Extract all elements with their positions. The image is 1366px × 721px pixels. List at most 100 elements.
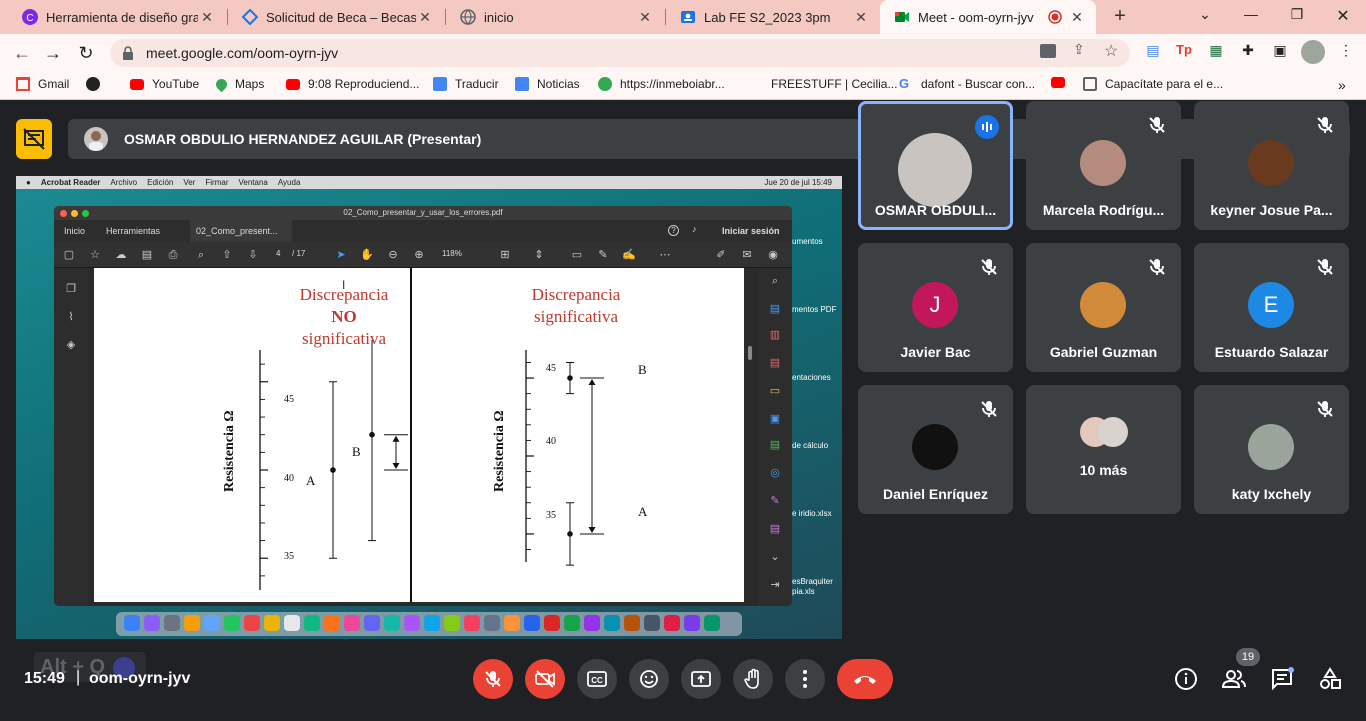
bookmarks-overflow[interactable]: »: [1338, 77, 1346, 93]
bookmark-star-icon[interactable]: ☆: [1104, 41, 1118, 61]
profile-avatar[interactable]: [1301, 40, 1325, 64]
address-bar[interactable]: meet.google.com/oom-oyrn-jyv: [110, 39, 1130, 67]
bookmarks-bar: Gmail YouTube Maps 9:08 Reproduciend... …: [0, 72, 1366, 100]
bookmark-dafont[interactable]: Gdafont - Buscar con...: [899, 76, 1035, 92]
dock-app-icon: [144, 615, 160, 631]
participant-tile[interactable]: keyner Josue Pa...: [1194, 101, 1349, 230]
participant-count-badge: 19: [1236, 648, 1260, 666]
participant-tile[interactable]: OSMAR OBDULI...: [858, 101, 1013, 230]
participant-tile[interactable]: E Estuardo Salazar: [1194, 243, 1349, 372]
participant-tile[interactable]: J Javier Bac: [858, 243, 1013, 372]
extensions-puzzle-icon[interactable]: ✚: [1238, 40, 1258, 60]
bookmark-label: 9:08 Reproduciend...: [308, 77, 420, 91]
raise-hand-button[interactable]: [733, 659, 773, 699]
data-point-b: [567, 375, 573, 381]
browser-tab[interactable]: inicio ✕: [446, 0, 664, 34]
youtube-icon: [286, 78, 300, 90]
tab-document: 02_Como_present...: [190, 220, 292, 242]
data-point-a: [567, 531, 573, 537]
chat-button[interactable]: [1270, 667, 1294, 691]
dock-app-icon: [684, 615, 700, 631]
document-title: 02_Como_presentar_y_usar_los_errores.pdf: [343, 208, 503, 217]
zoom-dot: [82, 210, 89, 217]
participant-tile[interactable]: 10 más: [1026, 385, 1181, 514]
bookmark-freestuff[interactable]: FREESTUFF | Cecilia...: [749, 77, 897, 91]
bell-icon: ♪: [692, 224, 697, 234]
bookmark-maps[interactable]: Maps: [213, 76, 264, 92]
side-panel-icon[interactable]: ▣: [1270, 40, 1290, 60]
scroll-mode-icon: ⇕: [534, 249, 544, 261]
excel-extension-icon[interactable]: ▦: [1206, 40, 1226, 60]
mic-off-icon: [485, 671, 501, 687]
bookmark-youtube-video[interactable]: 9:08 Reproduciend...: [286, 77, 419, 91]
close-tab-icon[interactable]: ✕: [1068, 9, 1086, 26]
google-icon: G: [899, 76, 910, 91]
back-button[interactable]: ←: [10, 41, 34, 65]
save-icon: ▢: [63, 249, 75, 261]
bookmark-site[interactable]: https://inmeboiabr...: [598, 77, 725, 91]
bookmark-capacitate[interactable]: Capacítate para el e...: [1083, 77, 1223, 91]
maximize-button[interactable]: ❐: [1282, 6, 1312, 23]
participant-tile[interactable]: katy Ixchely: [1194, 385, 1349, 514]
share-icon: ◉: [768, 249, 778, 261]
close-tab-icon[interactable]: ✕: [198, 9, 216, 26]
pdf-page: Discrepancia NO significativa Resistenci…: [94, 268, 744, 602]
reload-button[interactable]: ↻: [74, 41, 98, 65]
forward-button[interactable]: →: [41, 41, 65, 65]
diff-arrow-head-up: [392, 435, 400, 442]
hand-icon: ✋: [360, 249, 374, 261]
acrobat-toolbar: ▢ ☆ ☁ ▤ ⎙ ⌕ ⇧ ⇩ 4 / 17 ➤ ✋ ⊖ ⊕ 118% ⊞ ⇕ …: [54, 242, 792, 268]
captions-button[interactable]: CC: [577, 659, 617, 699]
microphone-toggle-button[interactable]: [473, 659, 513, 699]
new-tab-button[interactable]: +: [1108, 4, 1132, 28]
meeting-details-button[interactable]: [1174, 667, 1198, 691]
tab-herramientas: Herramientas: [106, 226, 161, 236]
participant-tile[interactable]: Marcela Rodrígu...: [1026, 101, 1181, 230]
dock-app-icon: [404, 615, 420, 631]
sign-icon: ✍: [622, 249, 636, 261]
bookmark-news[interactable]: Noticias: [515, 77, 580, 91]
compress-icon: ◎: [770, 467, 780, 479]
print-icon: ⎙: [168, 249, 178, 261]
activities-button[interactable]: [1318, 667, 1342, 691]
present-screen-button[interactable]: [681, 659, 721, 699]
close-tab-icon[interactable]: ✕: [852, 9, 870, 26]
mac-menu-item: Firmar: [205, 178, 229, 187]
bookmark-youtube-2[interactable]: [1051, 77, 1073, 88]
close-dot: [60, 210, 67, 217]
camera-blocked-icon[interactable]: [1040, 44, 1056, 58]
browser-tab[interactable]: Lab FE S2_2023 3pm ✕: [666, 0, 880, 34]
dock-app-icon: [304, 615, 320, 631]
browser-menu-icon[interactable]: ⋮: [1336, 40, 1356, 60]
dock-app-icon: [424, 615, 440, 631]
bookmark-github[interactable]: [86, 77, 108, 91]
bookmark-translate[interactable]: Traducir: [433, 77, 499, 91]
participant-tile[interactable]: Gabriel Guzman: [1026, 243, 1181, 372]
people-button[interactable]: [1221, 667, 1246, 691]
leave-call-button[interactable]: [837, 659, 893, 699]
close-window-button[interactable]: ✕: [1328, 6, 1358, 26]
bookmark-youtube[interactable]: YouTube: [130, 77, 199, 91]
close-tab-icon[interactable]: ✕: [416, 9, 434, 26]
tab-search-icon[interactable]: ⌄: [1190, 6, 1220, 23]
browser-tab[interactable]: C Herramienta de diseño gratu ✕: [8, 0, 226, 34]
desktop-label: umentos: [792, 237, 823, 246]
minimize-button[interactable]: —: [1236, 6, 1266, 22]
participant-tile[interactable]: Daniel Enríquez: [858, 385, 1013, 514]
camera-toggle-button[interactable]: [525, 659, 565, 699]
docs-extension-icon[interactable]: ▤: [1143, 40, 1163, 60]
bookmark-gmail[interactable]: Gmail: [16, 77, 69, 91]
attachment-icon: ⌇: [68, 311, 74, 323]
more-options-button[interactable]: [785, 659, 825, 699]
meeting-code: oom-oyrn-jyv: [89, 670, 191, 687]
close-tab-icon[interactable]: ✕: [636, 9, 654, 26]
share-icon[interactable]: ⇪: [1073, 41, 1085, 58]
browser-tab-active[interactable]: Meet - oom-oyrn-jyv ✕: [880, 0, 1096, 34]
reactions-button[interactable]: [629, 659, 669, 699]
participant-name: OSMAR OBDULI...: [874, 202, 997, 218]
acrobat-left-rail: ❐ ⌇ ◈: [54, 268, 88, 606]
dock-app-icon: [244, 615, 260, 631]
browser-tab[interactable]: Solicitud de Beca – Becas US ✕: [228, 0, 444, 34]
tp-extension-icon[interactable]: Tp: [1174, 40, 1194, 60]
diff-arrow-head-down: [392, 463, 400, 469]
